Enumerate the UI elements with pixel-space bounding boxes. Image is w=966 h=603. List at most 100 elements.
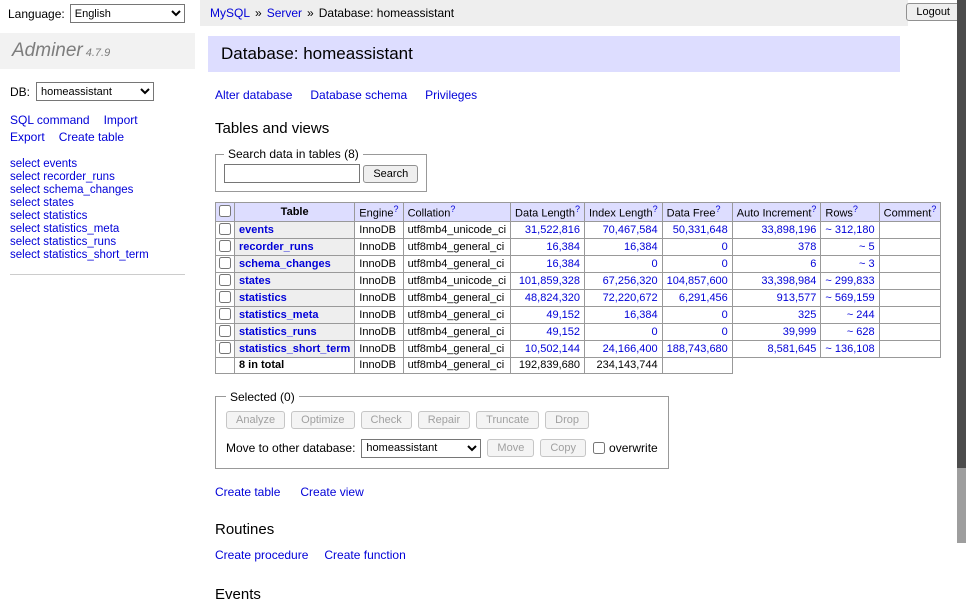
- data-free-link[interactable]: 50,331,648: [673, 224, 728, 236]
- db-action-link[interactable]: Database schema: [310, 88, 407, 102]
- rows-link[interactable]: ~ 628: [847, 326, 875, 338]
- auto-increment-link[interactable]: 378: [798, 241, 816, 253]
- db-action-link[interactable]: Alter database: [215, 88, 292, 102]
- data-free-link[interactable]: 188,743,680: [667, 343, 728, 355]
- logout-button[interactable]: Logout: [906, 3, 960, 21]
- table-name-link[interactable]: schema_changes: [239, 258, 331, 270]
- bulk-repair-button[interactable]: Repair: [418, 411, 470, 429]
- sidebar-link[interactable]: SQL command: [10, 113, 90, 127]
- copy-button[interactable]: Copy: [540, 439, 586, 457]
- row-checkbox[interactable]: [219, 291, 231, 303]
- rows-link[interactable]: ~ 5: [859, 241, 875, 253]
- data-length-link[interactable]: 49,152: [546, 326, 580, 338]
- table-select-link[interactable]: select events: [10, 158, 77, 170]
- auto-increment-link[interactable]: 39,999: [783, 326, 817, 338]
- routine-create-link[interactable]: Create function: [324, 548, 405, 562]
- search-button[interactable]: Search: [363, 165, 418, 183]
- select-all-checkbox[interactable]: [219, 205, 231, 217]
- breadcrumb-item[interactable]: MySQL: [210, 6, 250, 20]
- auto-increment-link[interactable]: 33,398,984: [761, 275, 816, 287]
- table-name-link[interactable]: statistics_short_term: [239, 343, 350, 355]
- index-length-link[interactable]: 72,220,672: [603, 292, 658, 304]
- move-db-select[interactable]: homeassistant: [361, 439, 481, 458]
- bulk-optimize-button[interactable]: Optimize: [291, 411, 354, 429]
- rows-link[interactable]: ~ 312,180: [825, 224, 874, 236]
- vertical-scrollbar[interactable]: [957, 0, 966, 543]
- data-length-link[interactable]: 101,859,328: [519, 275, 580, 287]
- move-button[interactable]: Move: [487, 439, 534, 457]
- index-length-link[interactable]: 67,256,320: [603, 275, 658, 287]
- table-name-link[interactable]: statistics_runs: [239, 326, 317, 338]
- table-select-link[interactable]: select statistics_meta: [10, 223, 119, 235]
- create-link[interactable]: Create view: [300, 485, 363, 499]
- row-checkbox[interactable]: [219, 223, 231, 235]
- table-select-link[interactable]: select statistics: [10, 210, 87, 222]
- help-link[interactable]: ?: [394, 204, 399, 214]
- index-length-link[interactable]: 24,166,400: [603, 343, 658, 355]
- table-name-link[interactable]: statistics: [239, 292, 287, 304]
- db-select[interactable]: homeassistant: [36, 82, 154, 101]
- scrollbar-thumb[interactable]: [957, 0, 966, 468]
- help-link[interactable]: ?: [853, 204, 858, 214]
- help-link[interactable]: ?: [575, 204, 580, 214]
- index-length-link[interactable]: 0: [652, 258, 658, 270]
- row-checkbox[interactable]: [219, 240, 231, 252]
- row-checkbox[interactable]: [219, 342, 231, 354]
- create-link[interactable]: Create table: [215, 485, 280, 499]
- help-link[interactable]: ?: [931, 204, 936, 214]
- auto-increment-link[interactable]: 913,577: [777, 292, 817, 304]
- help-link[interactable]: ?: [716, 204, 721, 214]
- rows-link[interactable]: ~ 136,108: [825, 343, 874, 355]
- data-length-link[interactable]: 16,384: [546, 241, 580, 253]
- bulk-analyze-button[interactable]: Analyze: [226, 411, 285, 429]
- index-length-link[interactable]: 70,467,584: [603, 224, 658, 236]
- index-length-link[interactable]: 16,384: [624, 241, 658, 253]
- data-free-link[interactable]: 6,291,456: [679, 292, 728, 304]
- table-name-link[interactable]: events: [239, 224, 274, 236]
- data-length-link[interactable]: 31,522,816: [525, 224, 580, 236]
- data-length-link[interactable]: 49,152: [546, 309, 580, 321]
- bulk-drop-button[interactable]: Drop: [545, 411, 589, 429]
- rows-link[interactable]: ~ 244: [847, 309, 875, 321]
- index-length-link[interactable]: 0: [652, 326, 658, 338]
- search-input[interactable]: [224, 164, 360, 183]
- table-name-link[interactable]: statistics_meta: [239, 309, 319, 321]
- db-action-link[interactable]: Privileges: [425, 88, 477, 102]
- auto-increment-link[interactable]: 33,898,196: [761, 224, 816, 236]
- data-length-link[interactable]: 10,502,144: [525, 343, 580, 355]
- sidebar-link[interactable]: Create table: [59, 130, 124, 144]
- sidebar-link[interactable]: Import: [104, 113, 138, 127]
- index-length-link[interactable]: 16,384: [624, 309, 658, 321]
- rows-link[interactable]: ~ 569,159: [825, 292, 874, 304]
- row-checkbox[interactable]: [219, 308, 231, 320]
- auto-increment-link[interactable]: 6: [810, 258, 816, 270]
- row-checkbox[interactable]: [219, 274, 231, 286]
- help-link[interactable]: ?: [811, 204, 816, 214]
- routine-create-link[interactable]: Create procedure: [215, 548, 308, 562]
- data-free-link[interactable]: 0: [722, 309, 728, 321]
- breadcrumb-item[interactable]: Server: [267, 6, 302, 20]
- data-free-link[interactable]: 0: [722, 258, 728, 270]
- data-free-link[interactable]: 0: [722, 241, 728, 253]
- overwrite-checkbox[interactable]: [593, 442, 605, 454]
- data-free-link[interactable]: 0: [722, 326, 728, 338]
- data-free-link[interactable]: 104,857,600: [667, 275, 728, 287]
- help-link[interactable]: ?: [450, 204, 455, 214]
- rows-link[interactable]: ~ 299,833: [825, 275, 874, 287]
- row-checkbox[interactable]: [219, 257, 231, 269]
- bulk-check-button[interactable]: Check: [361, 411, 412, 429]
- language-select[interactable]: English: [70, 4, 185, 23]
- rows-link[interactable]: ~ 3: [859, 258, 875, 270]
- data-length-link[interactable]: 48,824,320: [525, 292, 580, 304]
- table-select-link[interactable]: select schema_changes: [10, 184, 133, 196]
- row-checkbox[interactable]: [219, 325, 231, 337]
- auto-increment-link[interactable]: 8,581,645: [767, 343, 816, 355]
- table-select-link[interactable]: select statistics_short_term: [10, 249, 149, 261]
- table-select-link[interactable]: select states: [10, 197, 74, 209]
- sidebar-link[interactable]: Export: [10, 130, 45, 144]
- data-length-link[interactable]: 16,384: [546, 258, 580, 270]
- help-link[interactable]: ?: [653, 204, 658, 214]
- table-name-link[interactable]: states: [239, 275, 271, 287]
- table-name-link[interactable]: recorder_runs: [239, 241, 314, 253]
- table-select-link[interactable]: select recorder_runs: [10, 171, 115, 183]
